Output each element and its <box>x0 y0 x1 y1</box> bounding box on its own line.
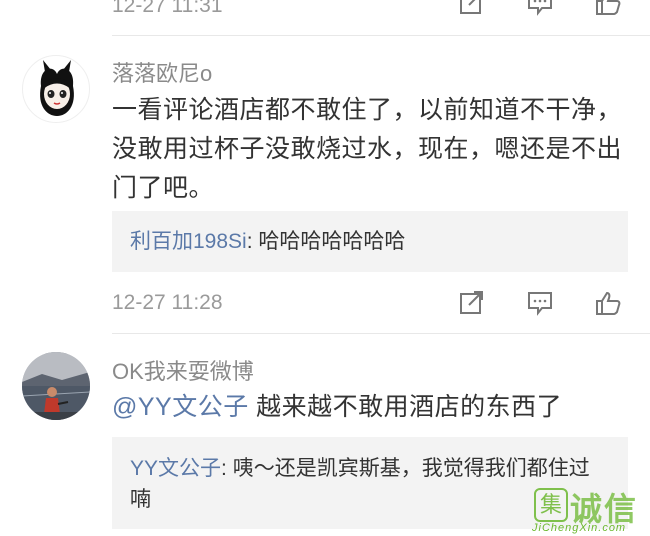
comment-button[interactable] <box>523 0 557 20</box>
like-icon <box>596 291 621 315</box>
divider <box>112 333 650 334</box>
share-button[interactable] <box>455 0 489 20</box>
comment-text: 一看评论酒店都不敢住了，以前知道不干净，没敢用过杯子没敢烧过水，现在，嗯还是不出… <box>112 96 623 202</box>
like-icon <box>596 0 621 15</box>
avatar[interactable] <box>22 55 90 123</box>
share-icon <box>460 0 483 14</box>
divider <box>112 35 650 36</box>
comment-time: 12-27 11:31 <box>112 0 223 17</box>
reply-user-link[interactable]: 利百加198Si <box>130 230 247 253</box>
like-button[interactable] <box>591 0 625 20</box>
comment-icon <box>528 292 552 316</box>
watermark-logo-glyph: 集 <box>534 488 568 522</box>
watermark-url: JiChengXin.com <box>532 522 627 534</box>
comment-icon <box>528 0 552 16</box>
share-button[interactable] <box>455 286 489 320</box>
reply-text: 哈哈哈哈哈哈哈 <box>252 230 406 253</box>
reply-preview[interactable]: 利百加198Si: 哈哈哈哈哈哈哈 <box>112 211 628 272</box>
comment-button[interactable] <box>523 286 557 320</box>
comment-footer-top: 12-27 11:31 <box>0 0 650 34</box>
avatar-image <box>22 352 90 420</box>
comment-time: 12-27 11:28 <box>112 291 223 314</box>
reply-user-link[interactable]: YY文公子 <box>130 457 221 480</box>
comment-username[interactable]: 落落欧尼o <box>112 56 212 88</box>
comment-text: @YY文公子 越来越不敢用酒店的东西了 <box>112 388 632 427</box>
like-button[interactable] <box>591 286 625 320</box>
avatar-image <box>40 60 74 116</box>
mention-link[interactable]: @YY文公子 <box>112 393 249 421</box>
share-icon <box>460 291 483 314</box>
comment-body: 越来越不敢用酒店的东西了 <box>248 393 563 421</box>
avatar[interactable] <box>22 352 90 420</box>
watermark-logo: 集 诚信 JiChengXin.com <box>530 486 648 536</box>
comment-username[interactable]: OK我来耍微博 <box>112 354 254 386</box>
